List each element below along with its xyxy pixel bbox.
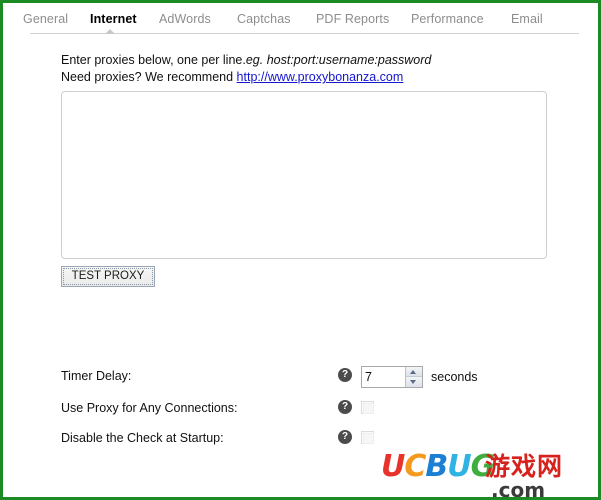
logo-letter-c: C (404, 449, 426, 484)
tab-captchas[interactable]: Captchas (237, 12, 291, 26)
ucbug-watermark-logo: UCBUG 游戏网 .com (381, 449, 596, 500)
stepper-decrement-button[interactable] (406, 377, 422, 387)
question-mark-icon[interactable]: ? (338, 430, 352, 444)
timer-delay-label: Timer Delay: (61, 369, 132, 383)
active-tab-caret-icon (105, 29, 115, 34)
question-mark-icon[interactable]: ? (338, 368, 352, 382)
timer-delay-stepper[interactable] (361, 366, 423, 388)
logo-letter-u1: U (381, 449, 405, 484)
checkbox-inner (363, 403, 374, 414)
test-proxy-button-label: TEST PROXY (63, 268, 153, 285)
tab-general[interactable]: General (23, 12, 68, 26)
proxy-list-input[interactable] (61, 91, 547, 259)
instructions-block: Enter proxies below, one per line.eg. ho… (61, 52, 431, 86)
tab-performance[interactable]: Performance (411, 12, 484, 26)
chevron-down-icon (410, 380, 416, 384)
tab-internet[interactable]: Internet (90, 12, 137, 26)
seconds-unit-label: seconds (431, 370, 478, 384)
stepper-buttons (405, 367, 422, 387)
ucbug-wordmark: UCBUG (381, 449, 495, 484)
chevron-up-icon (410, 370, 416, 374)
instruction-text-example: eg. host:port:username:password (245, 53, 432, 67)
proxybonanza-link[interactable]: http://www.proxybonanza.com (237, 70, 404, 84)
instruction-line-2: Need proxies? We recommend http://www.pr… (61, 69, 431, 86)
use-proxy-label: Use Proxy for Any Connections: (61, 401, 238, 415)
use-proxy-checkbox[interactable] (361, 401, 374, 414)
question-mark-icon[interactable]: ? (338, 400, 352, 414)
checkbox-inner (363, 433, 374, 444)
logo-dotcom-text: .com (491, 478, 546, 500)
logo-letter-u2: U (447, 449, 471, 484)
timer-delay-input[interactable] (362, 367, 406, 387)
test-proxy-button[interactable]: TEST PROXY (61, 266, 155, 287)
recommend-text: Need proxies? We recommend (61, 70, 237, 84)
tab-email[interactable]: Email (511, 12, 543, 26)
disable-check-label: Disable the Check at Startup: (61, 431, 224, 445)
settings-window: General Internet AdWords Captchas PDF Re… (0, 0, 601, 500)
stepper-increment-button[interactable] (406, 367, 422, 377)
instruction-text-plain: Enter proxies below, one per line. (61, 53, 246, 67)
tab-bar: General Internet AdWords Captchas PDF Re… (3, 3, 598, 33)
tab-adwords[interactable]: AdWords (159, 12, 211, 26)
disable-check-checkbox[interactable] (361, 431, 374, 444)
instruction-line-1: Enter proxies below, one per line.eg. ho… (61, 52, 431, 69)
tab-pdf-reports[interactable]: PDF Reports (316, 12, 389, 26)
logo-letter-b: B (425, 449, 448, 484)
